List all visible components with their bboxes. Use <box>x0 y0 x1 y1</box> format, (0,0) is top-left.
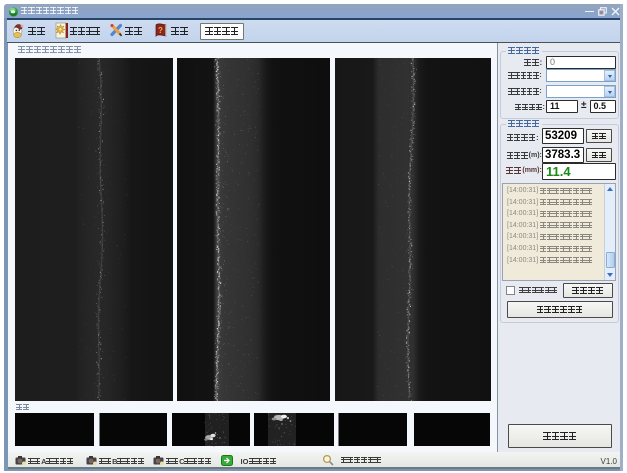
svg-text:?: ? <box>158 26 163 35</box>
